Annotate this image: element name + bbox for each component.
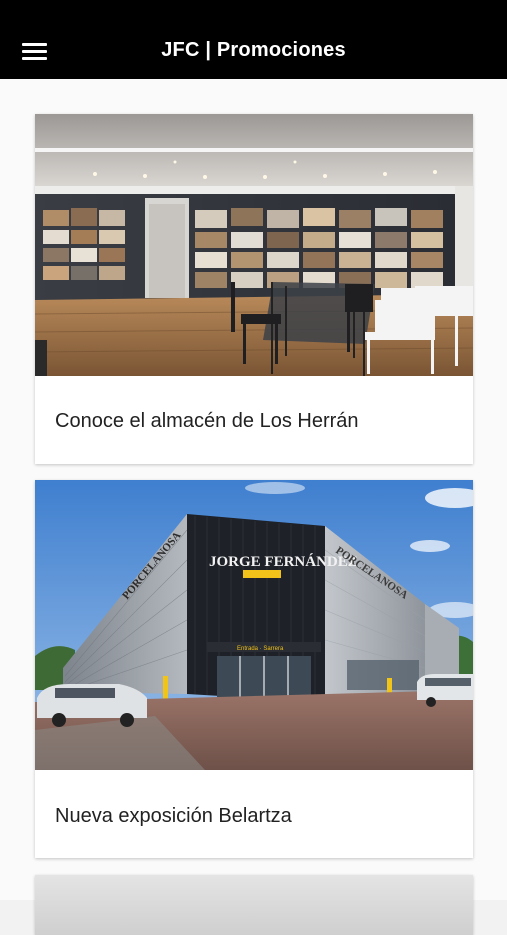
promotion-title: Nueva exposición Belartza bbox=[55, 805, 292, 827]
promotions-feed[interactable]: Conoce el almacén de Los Herrán JORGE FE… bbox=[0, 79, 507, 935]
warehouse-showroom-image bbox=[35, 114, 473, 376]
page-title: JFC | Promociones bbox=[161, 39, 346, 61]
promotion-title: Conoce el almacén de Los Herrán bbox=[55, 410, 359, 432]
promotion-image-partial bbox=[35, 875, 473, 935]
belartza-showroom-building-image: JORGE FERNÁNDEZ PORCELANOSA PORCELANOSA … bbox=[35, 480, 473, 770]
promotion-card[interactable]: JORGE FERNÁNDEZ PORCELANOSA PORCELANOSA … bbox=[35, 480, 473, 858]
promotion-card[interactable] bbox=[35, 875, 473, 935]
promotion-card[interactable]: Conoce el almacén de Los Herrán bbox=[35, 114, 473, 464]
entrance-sign-text: Entrada · Sarrera bbox=[237, 646, 284, 652]
app-header: JFC | Promociones bbox=[0, 0, 507, 79]
